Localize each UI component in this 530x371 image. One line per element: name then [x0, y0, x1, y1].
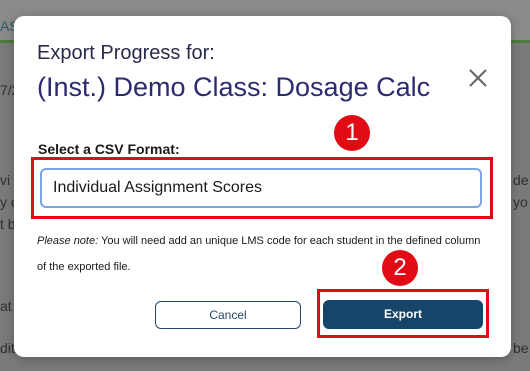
close-icon [469, 69, 487, 87]
annotation-step-badge: 1 [334, 115, 370, 151]
background-text: at [0, 298, 12, 314]
background-text: de [513, 172, 529, 188]
export-button[interactable]: Export [323, 300, 483, 329]
export-progress-dialog: Export Progress for: (Inst.) Demo Class:… [14, 16, 511, 357]
background-text: be [513, 340, 529, 356]
screen: AS 7/2 vi y c t b at dit de yo be Export… [0, 0, 530, 371]
annotation-step-badge: 2 [382, 250, 418, 286]
note-prefix: Please note: [37, 235, 99, 247]
export-note: Please note: You will need add an unique… [37, 228, 492, 280]
close-button[interactable] [466, 66, 490, 90]
dialog-title: (Inst.) Demo Class: Dosage Calc [37, 72, 431, 102]
background-text: dit [0, 340, 15, 356]
background-text: vi [0, 172, 11, 188]
background-text: yo [513, 194, 528, 210]
csv-format-select[interactable]: Individual Assignment Scores [40, 168, 482, 208]
csv-format-label: Select a CSV Format: [38, 141, 180, 157]
dialog-subtitle: Export Progress for: [37, 42, 215, 64]
cancel-button[interactable]: Cancel [155, 301, 301, 329]
